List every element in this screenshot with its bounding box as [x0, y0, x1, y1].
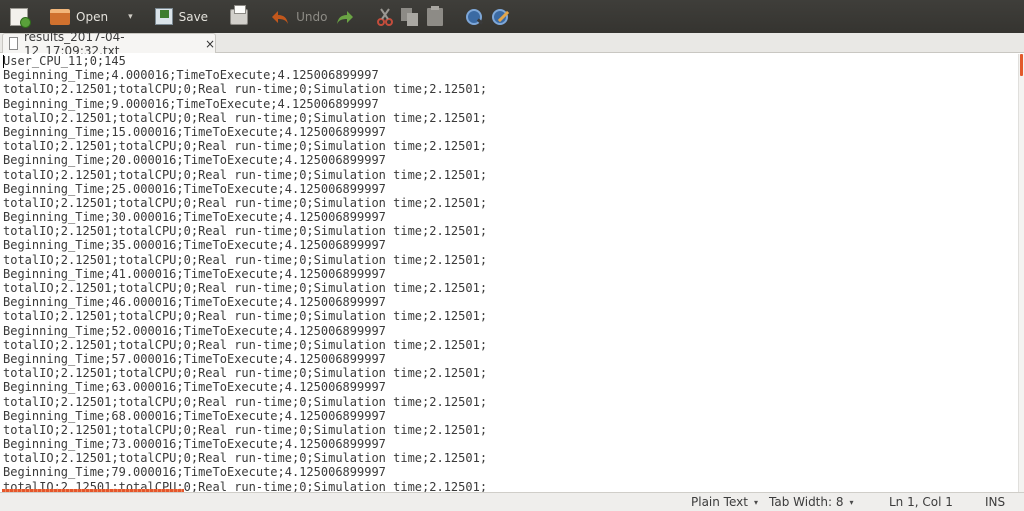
- text-file-icon: [9, 37, 18, 50]
- editor-line: Beginning_Time;15.000016;TimeToExecute;4…: [3, 124, 386, 139]
- chevron-down-icon: ▾: [753, 497, 758, 507]
- undo-button[interactable]: Undo: [266, 3, 331, 31]
- copy-button[interactable]: [397, 3, 423, 31]
- editor-line: totalIO;2.12501;totalCPU;0;Real run-time…: [3, 167, 488, 182]
- editor-line: totalIO;2.12501;totalCPU;0;Real run-time…: [3, 281, 488, 295]
- language-selector[interactable]: Plain Text ▾: [691, 495, 758, 509]
- editor-line: Beginning_Time;63.000016;TimeToExecute;4…: [3, 380, 386, 395]
- editor-line: Beginning_Time;25.000016;TimeToExecute;4…: [3, 181, 386, 196]
- open-label: Open: [76, 9, 109, 24]
- vertical-scrollbar[interactable]: [1018, 54, 1024, 492]
- editor-line: totalIO;2.12501;totalCPU;0;Real run-time…: [3, 422, 488, 437]
- cursor-position-label: Ln 1, Col 1: [889, 495, 953, 509]
- undo-label: Undo: [296, 9, 328, 24]
- editor-lines: User_CPU_11;0;145 Beginning_Time;4.000016…: [0, 54, 1018, 492]
- editor-line: totalIO;2.12501;totalCPU;0;Real run-time…: [3, 224, 488, 239]
- close-icon[interactable]: ×: [205, 37, 215, 51]
- find-replace-button[interactable]: [487, 3, 513, 31]
- editor-line: Beginning_Time;52.000016;TimeToExecute;4…: [3, 323, 386, 338]
- folder-open-icon: [50, 8, 70, 25]
- editor-line: totalIO;2.12501;totalCPU;0;Real run-time…: [3, 139, 488, 154]
- cursor-position: Ln 1, Col 1: [889, 495, 953, 509]
- undo-arrow-icon: [270, 8, 290, 26]
- editor-line: Beginning_Time;41.000016;TimeToExecute;4…: [3, 266, 386, 281]
- text-cursor: [3, 55, 4, 68]
- chevron-down-icon: ▾: [849, 497, 854, 507]
- chevron-down-icon: ▾: [128, 11, 133, 22]
- editor-line: totalIO;2.12501;totalCPU;0;Real run-time…: [3, 366, 488, 381]
- editor-line: totalIO;2.12501;totalCPU;0;Real run-time…: [3, 252, 488, 267]
- editor-line: totalIO;2.12501;totalCPU;0;Real run-time…: [3, 451, 488, 466]
- editor-line: Beginning_Time;79.000016;TimeToExecute;4…: [3, 465, 386, 480]
- editor-line: totalIO;2.12501;totalCPU;0;Real run-time…: [3, 195, 488, 210]
- editor-line: Beginning_Time;73.000016;TimeToExecute;4…: [3, 437, 386, 452]
- tab-results-file[interactable]: results_2017-04-12_17:09:32.txt ×: [2, 30, 216, 58]
- find-button[interactable]: [461, 3, 487, 31]
- insert-mode-label: INS: [985, 495, 1006, 509]
- statusbar: Plain Text ▾ Tab Width: 8 ▾ Ln 1, Col 1 …: [0, 492, 1024, 511]
- editor-line: Beginning_Time;9.000016;TimeToExecute;4.…: [3, 96, 379, 111]
- editor-line: totalIO;2.12501;totalCPU;0;Real run-time…: [3, 110, 488, 125]
- printer-icon: [230, 4, 249, 25]
- editor-line: Beginning_Time;68.000016;TimeToExecute;4…: [3, 408, 386, 423]
- redo-button[interactable]: [331, 3, 359, 31]
- document-tabbar: results_2017-04-12_17:09:32.txt ×: [0, 30, 1024, 58]
- editor-line: totalIO;2.12501;totalCPU;0;Real run-time…: [3, 337, 488, 352]
- editor-line: Beginning_Time;20.000016;TimeToExecute;4…: [3, 153, 386, 168]
- tab-width-label: Tab Width: 8: [769, 495, 844, 509]
- text-editor[interactable]: User_CPU_11;0;145 Beginning_Time;4.000016…: [0, 54, 1018, 492]
- editor-line: totalIO;2.12501;totalCPU;0;Real run-time…: [3, 394, 488, 409]
- editor-line: Beginning_Time;4.000016;TimeToExecute;4.…: [3, 68, 379, 83]
- save-button[interactable]: Save: [151, 3, 212, 31]
- clipboard-icon: [427, 5, 444, 26]
- redo-arrow-icon: [335, 8, 355, 26]
- editor-line: Beginning_Time;57.000016;TimeToExecute;4…: [3, 351, 386, 366]
- editor-line: Beginning_Time;46.000016;TimeToExecute;4…: [3, 295, 386, 310]
- editor-line: Beginning_Time;35.000016;TimeToExecute;4…: [3, 238, 386, 253]
- insert-mode: INS: [985, 495, 1005, 509]
- scissors-icon: [377, 7, 394, 26]
- editor-line: Beginning_Time;30.000016;TimeToExecute;4…: [3, 210, 386, 225]
- new-document-icon: [10, 7, 31, 28]
- editor-line: User_CPU_11;0;145: [3, 54, 126, 68]
- tab-width-selector[interactable]: Tab Width: 8 ▾: [769, 495, 854, 509]
- new-button[interactable]: [6, 3, 32, 31]
- paste-button[interactable]: [423, 3, 447, 31]
- language-label: Plain Text: [691, 495, 748, 509]
- find-replace-icon: [491, 8, 509, 26]
- editor-line: totalIO;2.12501;totalCPU;0;Real run-time…: [3, 82, 488, 97]
- print-button[interactable]: [226, 3, 252, 31]
- save-icon: [154, 8, 173, 25]
- search-icon: [465, 8, 483, 26]
- toolbar: Open ▾ Save Undo: [0, 0, 1024, 33]
- editor-line: totalIO;2.12501;totalCPU;0;Real run-time…: [3, 309, 488, 324]
- cut-button[interactable]: [373, 3, 397, 31]
- scrollbar-thumb[interactable]: [1020, 54, 1023, 76]
- save-label: Save: [178, 9, 209, 24]
- open-recent-dropdown[interactable]: ▾: [112, 3, 137, 31]
- copy-icon: [401, 7, 419, 26]
- open-button[interactable]: Open: [46, 3, 112, 31]
